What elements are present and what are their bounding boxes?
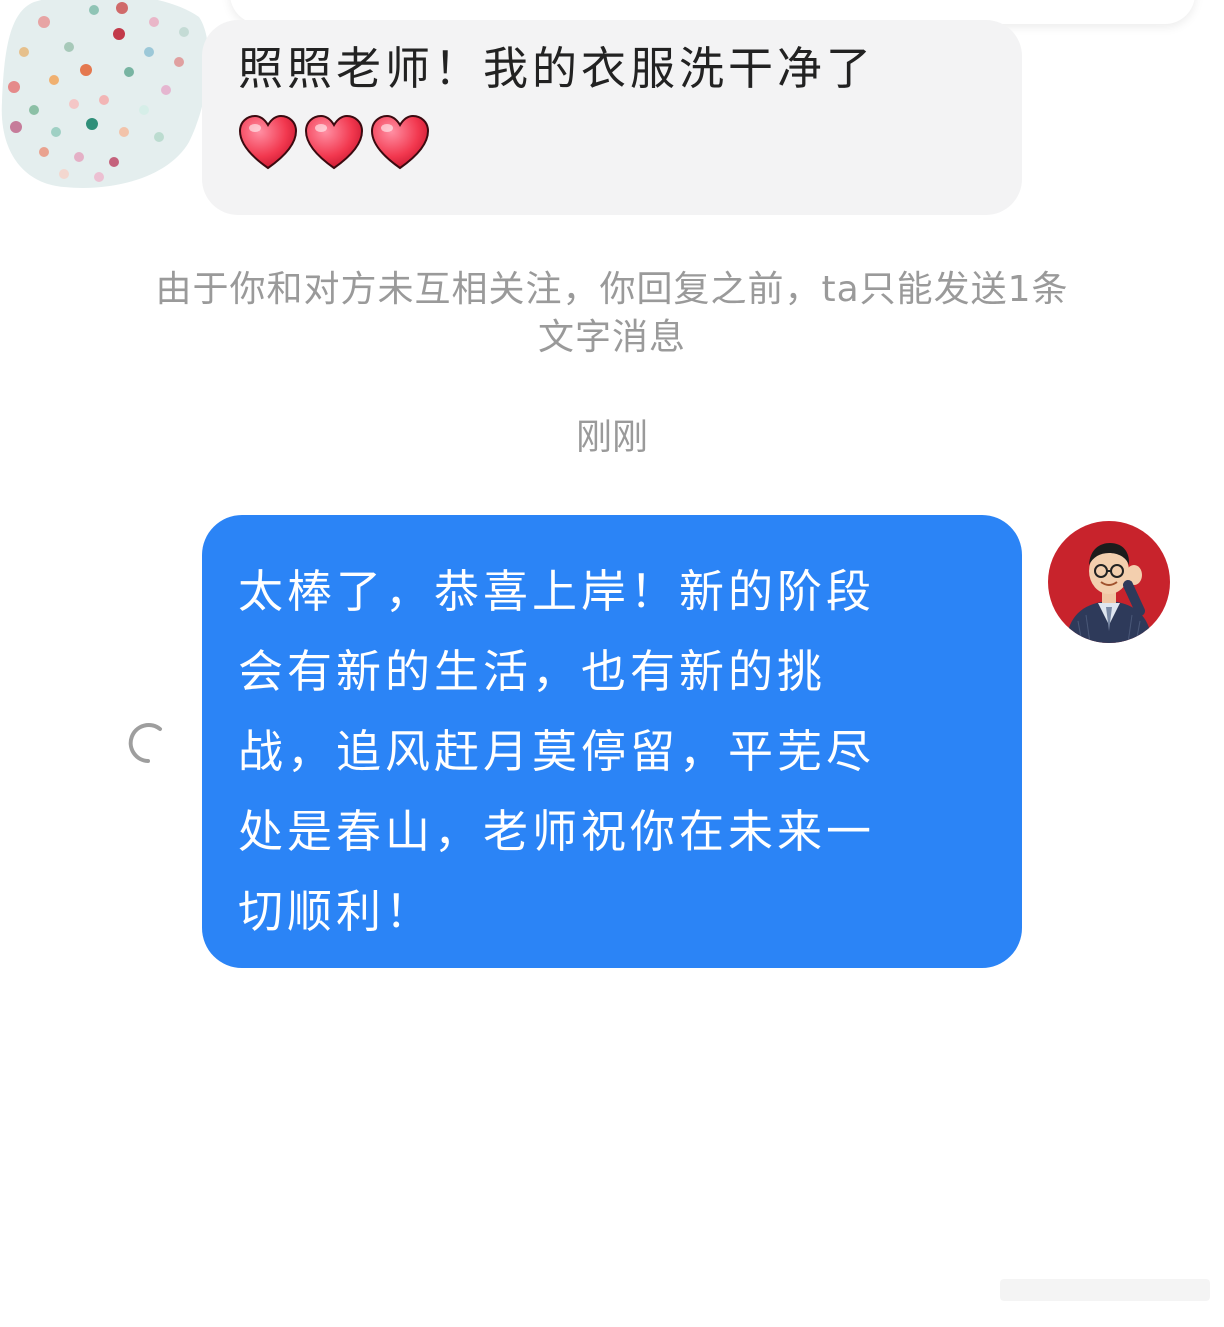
my-avatar[interactable] (1048, 521, 1170, 643)
sender-avatar[interactable] (0, 0, 214, 192)
sent-message-line: 战，追风赶月莫停留，平芜尽 (238, 725, 876, 778)
sent-message-line: 会有新的生活，也有新的挑 (238, 645, 827, 698)
received-message-bubble[interactable]: 照照老师！我的衣服洗干净了 (202, 20, 1022, 215)
heart-emoji-row (238, 114, 986, 170)
heart-emoji-icon (238, 114, 298, 170)
received-message-text: 照照老师！我的衣服洗干净了 (238, 42, 876, 95)
message-timestamp: 刚刚 (575, 417, 648, 458)
profile-photo (1048, 521, 1170, 643)
follow-restriction-notice: 由于你和对方未互相关注，你回复之前，ta只能发送1条 文字消息 (0, 266, 1224, 362)
heart-emoji-icon (370, 114, 430, 170)
sent-message-text: 太棒了，恭喜上岸！新的阶段 会有新的生活，也有新的挑 战，追风赶月莫停留，平芜尽… (238, 552, 986, 952)
chat-screen: 照照老师！我的衣服洗干净了 由于你和对方未互相关注，你回复之前，ta只能发送1条… (0, 0, 1224, 1327)
heart-emoji-icon (304, 114, 364, 170)
notice-line-1: 由于你和对方未互相关注，你回复之前，ta只能发送1条 (155, 269, 1069, 310)
sent-message-line: 处是春山，老师祝你在未来一 (238, 805, 876, 858)
watermark-logo (1000, 1279, 1210, 1301)
sent-message-line: 太棒了，恭喜上岸！新的阶段 (238, 565, 876, 618)
polka-dot-avatar-image (1, 0, 209, 188)
loading-spinner-icon (128, 723, 162, 763)
notice-line-2: 文字消息 (537, 317, 686, 358)
sent-message-line: 切顺利！ (238, 885, 435, 938)
sent-message-bubble[interactable]: 太棒了，恭喜上岸！新的阶段 会有新的生活，也有新的挑 战，追风赶月莫停留，平芜尽… (202, 515, 1022, 968)
